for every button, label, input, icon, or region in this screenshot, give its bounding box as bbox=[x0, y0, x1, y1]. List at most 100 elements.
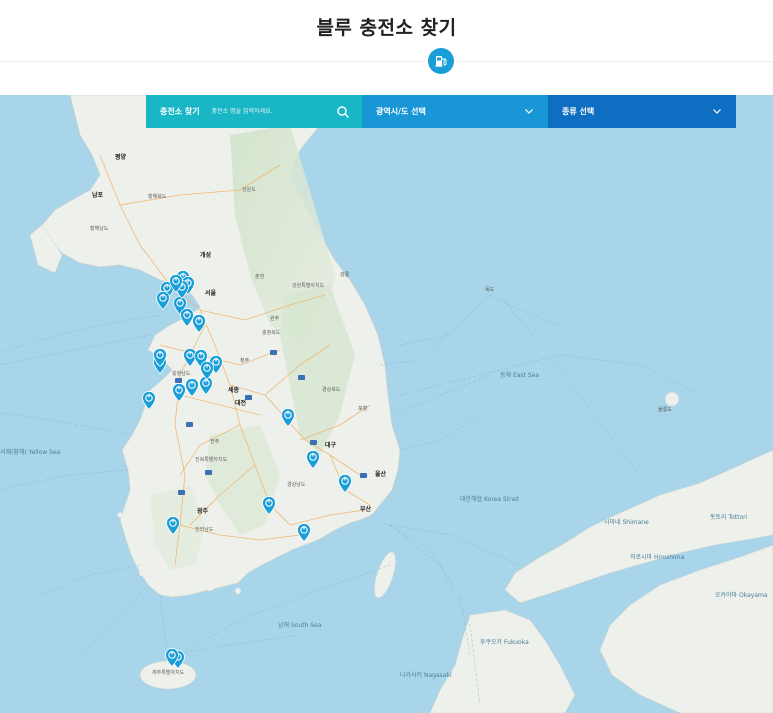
power-icon bbox=[192, 314, 206, 333]
header-divider bbox=[0, 61, 773, 62]
station-marker[interactable] bbox=[262, 496, 276, 515]
city-label: 울산 bbox=[375, 471, 387, 478]
city-label: 강릉 bbox=[340, 272, 350, 278]
island-label: 독도 bbox=[485, 287, 495, 293]
city-label: 광주 bbox=[197, 508, 209, 515]
power-icon bbox=[306, 450, 320, 469]
map-view[interactable]: 평양 남포 개성 서울 세종 대전 대구 울산 부산 광주 원주 춘천 강릉 청… bbox=[0, 95, 773, 713]
power-icon bbox=[200, 361, 214, 380]
city-label: 평양 bbox=[115, 154, 127, 161]
sea-name: 대한해협 bbox=[460, 496, 483, 503]
sea-sub: Korea Strait bbox=[484, 496, 520, 503]
station-marker[interactable] bbox=[338, 474, 352, 493]
sea-name: 동해 bbox=[500, 372, 512, 379]
japan-label: 시마네 Shimane bbox=[604, 520, 649, 526]
sea-sub: Yellow Sea bbox=[28, 449, 61, 456]
city-label: 개성 bbox=[200, 252, 212, 259]
power-icon bbox=[169, 274, 183, 293]
sea-name: 남해 bbox=[278, 622, 290, 629]
region-label: 제주특별자치도 bbox=[152, 670, 185, 676]
power-icon bbox=[185, 378, 199, 397]
sea-sub: East Sea bbox=[512, 372, 539, 379]
station-marker[interactable] bbox=[169, 274, 183, 293]
station-marker[interactable] bbox=[185, 378, 199, 397]
city-label: 청주 bbox=[240, 358, 250, 364]
search-icon[interactable] bbox=[336, 105, 350, 119]
power-icon bbox=[142, 391, 156, 410]
station-marker[interactable] bbox=[200, 361, 214, 380]
city-label: 부산 bbox=[360, 506, 372, 513]
city-label: 포항 bbox=[358, 406, 368, 412]
search-input[interactable] bbox=[211, 108, 322, 115]
japan-label: 후쿠오카 Fukuoka bbox=[480, 640, 529, 646]
region-label: 강원특별자치도 bbox=[292, 283, 325, 289]
power-icon bbox=[166, 516, 180, 535]
region-label: 충청남도 bbox=[172, 371, 191, 377]
chevron-down-icon bbox=[524, 106, 534, 116]
sea-label: 동해 East Sea bbox=[500, 373, 539, 379]
city-label: 원주 bbox=[270, 316, 280, 322]
sea-label: 남해 South Sea bbox=[278, 623, 322, 629]
power-icon bbox=[281, 408, 295, 427]
station-search-bar: 충전소 찾기 bbox=[146, 95, 362, 128]
city-label: 전주 bbox=[210, 439, 220, 445]
search-label: 충전소 찾기 bbox=[160, 107, 200, 116]
power-icon bbox=[338, 474, 352, 493]
ulleungdo-island bbox=[664, 391, 680, 407]
japan-sub: Shimane bbox=[622, 519, 649, 526]
city-label: 대전 bbox=[235, 400, 247, 407]
station-marker[interactable] bbox=[306, 450, 320, 469]
map-canvas[interactable] bbox=[0, 95, 773, 713]
city-select[interactable]: 광역시/도 선택 bbox=[362, 95, 548, 128]
japan-name: 후쿠오카 bbox=[480, 639, 503, 646]
sea-name: 서해(황해) bbox=[0, 449, 27, 456]
page-header: 블루 충전소 찾기 bbox=[0, 0, 773, 95]
region-label: 황해남도 bbox=[90, 226, 109, 232]
sea-sub: South Sea bbox=[290, 622, 322, 629]
city-label: 남포 bbox=[92, 192, 104, 199]
region-label: 전라남도 bbox=[195, 527, 214, 533]
chevron-down-icon bbox=[712, 106, 722, 116]
power-icon bbox=[165, 648, 179, 667]
city-label: 세종 bbox=[228, 387, 240, 394]
japan-sub: Fukuoka bbox=[504, 639, 529, 646]
japan-name: 오카야마 bbox=[715, 592, 738, 599]
city-label: 서울 bbox=[205, 290, 217, 297]
japan-label: 히로시마 Hiroshima bbox=[630, 555, 684, 561]
station-marker[interactable] bbox=[166, 516, 180, 535]
japan-sub: Tottori bbox=[728, 514, 748, 521]
type-select[interactable]: 종류 선택 bbox=[548, 95, 736, 128]
page-title: 블루 충전소 찾기 bbox=[316, 17, 457, 39]
region-label: 전북특별자치도 bbox=[195, 457, 228, 463]
region-label: 황해북도 bbox=[148, 194, 167, 200]
power-icon bbox=[262, 496, 276, 515]
japan-name: 돗토리 bbox=[710, 514, 727, 521]
japan-sub: Nagasaki bbox=[424, 672, 452, 679]
fuel-station-icon bbox=[428, 48, 454, 74]
station-marker[interactable] bbox=[297, 523, 311, 542]
power-icon bbox=[172, 383, 186, 402]
sea-label: 대한해협 Korea Strait bbox=[460, 497, 519, 503]
japan-label: 돗토리 Tottori bbox=[710, 515, 747, 521]
city-label: 대구 bbox=[325, 442, 337, 449]
station-marker[interactable] bbox=[165, 648, 179, 667]
island-label: 울릉도 bbox=[658, 407, 672, 413]
japan-name: 시마네 bbox=[604, 519, 621, 526]
station-marker[interactable] bbox=[172, 383, 186, 402]
power-icon bbox=[297, 523, 311, 542]
power-icon bbox=[156, 291, 170, 310]
station-marker[interactable] bbox=[192, 314, 206, 333]
power-icon bbox=[153, 348, 167, 367]
station-marker[interactable] bbox=[142, 391, 156, 410]
japan-name: 나가사키 bbox=[400, 672, 423, 679]
type-select-label: 종류 선택 bbox=[562, 107, 595, 116]
city-select-label: 광역시/도 선택 bbox=[376, 107, 426, 116]
station-marker[interactable] bbox=[281, 408, 295, 427]
region-label: 경상남도 bbox=[287, 482, 306, 488]
station-marker[interactable] bbox=[153, 348, 167, 367]
station-marker[interactable] bbox=[156, 291, 170, 310]
japan-sub: Okayama bbox=[739, 592, 768, 599]
city-label: 춘천 bbox=[255, 274, 265, 280]
japan-sub: Hiroshima bbox=[654, 554, 685, 561]
region-label: 강원도 bbox=[242, 187, 256, 193]
